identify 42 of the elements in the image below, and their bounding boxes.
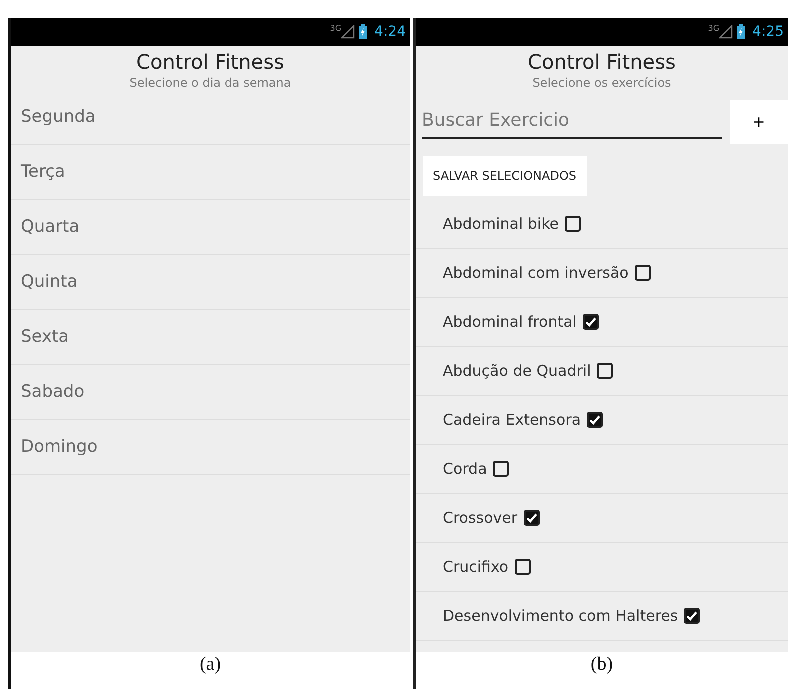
status-time: 4:25 — [752, 24, 784, 40]
weekday-item[interactable]: Domingo — [11, 420, 410, 475]
save-button[interactable]: SALVAR SELECIONADOS — [423, 156, 587, 196]
figure-caption: (b) — [590, 654, 614, 676]
exercise-label: Abdução de Quadril — [443, 362, 592, 380]
checkbox[interactable] — [524, 510, 540, 526]
exercise-label: Cadeira Extensora — [443, 411, 582, 429]
weekday-item[interactable]: Quarta — [11, 200, 410, 255]
checkbox[interactable] — [597, 363, 614, 379]
screen-subtitle: Selecione os exercícios — [532, 76, 672, 90]
battery-icon — [736, 24, 746, 40]
checkbox[interactable] — [564, 216, 581, 232]
exercise-label: Crucifixo — [443, 558, 509, 576]
exercise-label: Corda — [443, 460, 488, 478]
add-button[interactable]: + — [730, 100, 788, 144]
weekday-item[interactable]: Sexta — [11, 310, 410, 365]
checkbox[interactable] — [587, 412, 604, 428]
checkbox[interactable] — [514, 559, 531, 575]
checkbox[interactable] — [634, 265, 651, 281]
figure-caption: (a) — [198, 654, 222, 676]
exercise-label: Abdominal com inversão — [443, 264, 629, 282]
exercise-label: Desenvolvimento com Halteres — [443, 607, 678, 625]
weekday-item[interactable]: Sabado — [11, 365, 410, 420]
search-field[interactable]: Buscar Exercicio — [422, 106, 722, 138]
battery-icon — [358, 24, 368, 40]
exercise-label: Crossover — [443, 509, 518, 527]
checkbox[interactable] — [684, 608, 700, 624]
weekday-item[interactable]: Segunda — [11, 90, 410, 145]
weekday-item[interactable]: Terça — [11, 145, 410, 200]
checkbox[interactable] — [582, 314, 599, 330]
exercise-label: Abdominal frontal — [443, 313, 577, 331]
signal-icon — [718, 25, 733, 39]
signal-icon — [340, 25, 355, 39]
app-title: Control Fitness — [527, 50, 677, 74]
checkbox[interactable] — [493, 461, 510, 477]
weekday-item[interactable]: Quinta — [11, 255, 410, 310]
status-time: 4:24 — [374, 24, 406, 40]
network-label: 3G — [330, 24, 342, 33]
exercise-label: Abdominal bike — [443, 215, 559, 233]
network-label: 3G — [708, 24, 720, 33]
app-title: Control Fitness — [136, 50, 286, 74]
screen-subtitle: Selecione o dia da semana — [128, 76, 292, 90]
